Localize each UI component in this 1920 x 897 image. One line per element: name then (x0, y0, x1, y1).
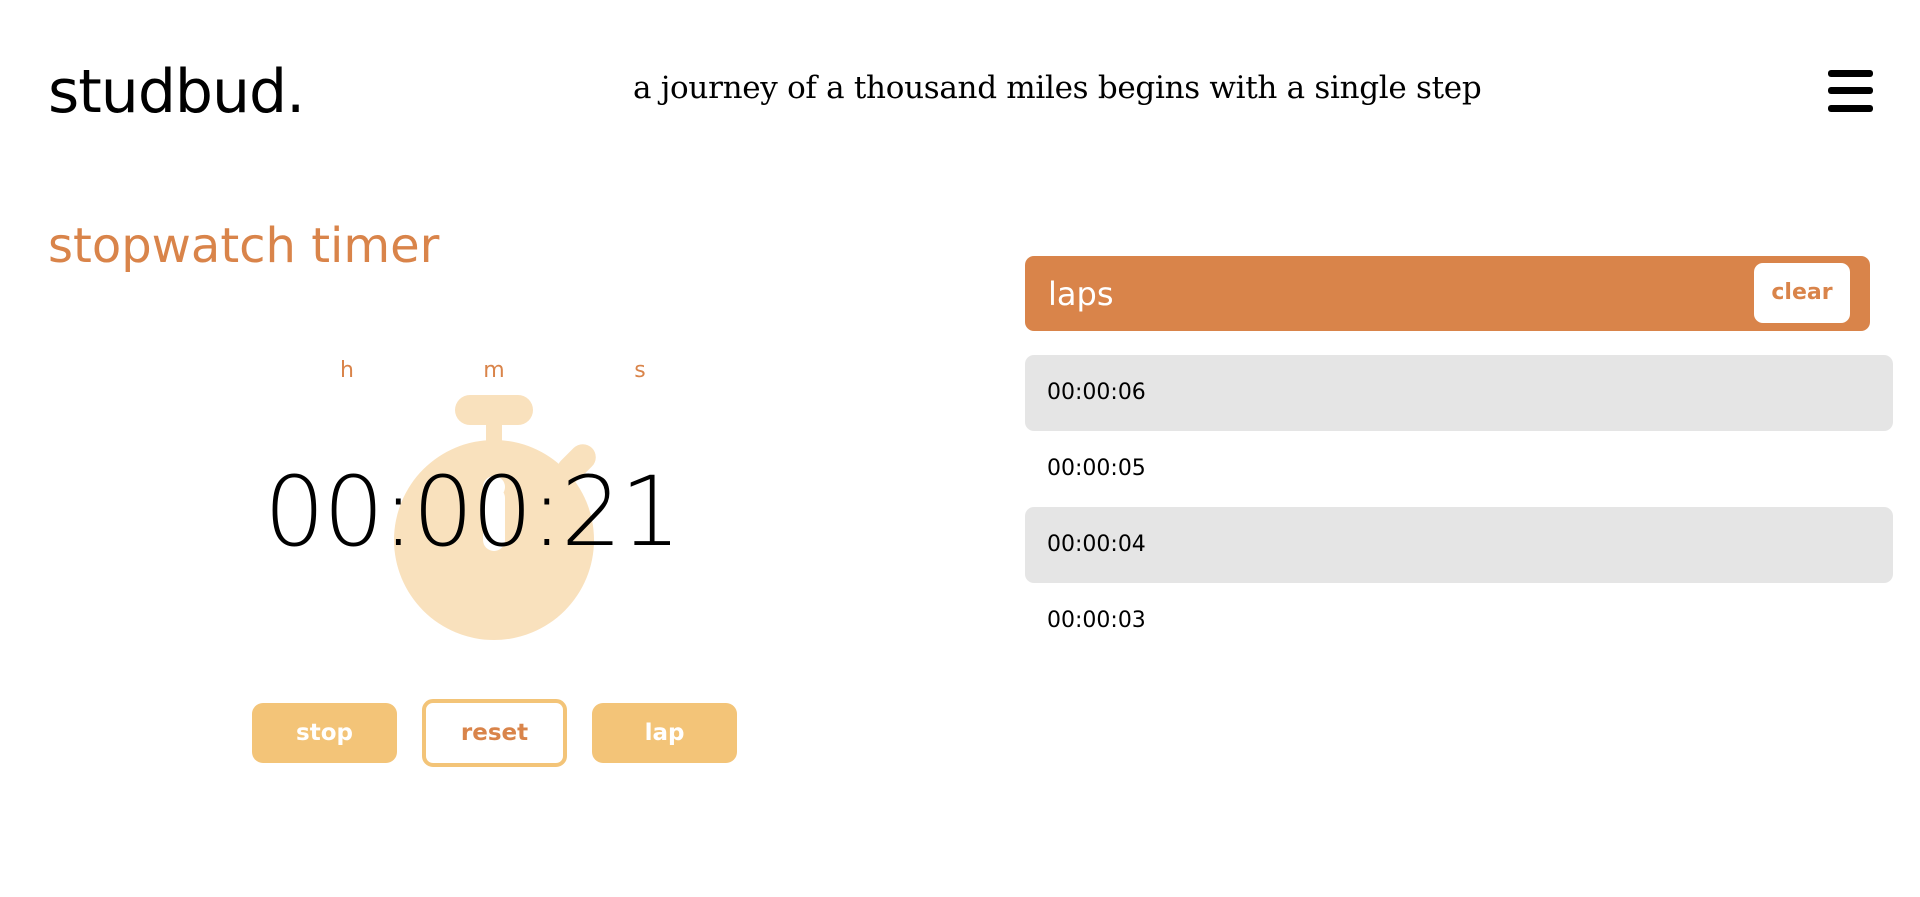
laps-header: laps clear (1025, 256, 1870, 331)
hours-label: h (340, 358, 354, 383)
minutes-label: m (483, 358, 505, 383)
stop-button[interactable]: stop (252, 703, 397, 763)
page-title: stopwatch timer (48, 218, 440, 274)
lap-item: 00:00:03 (1047, 608, 1146, 633)
lap-button[interactable]: lap (592, 703, 737, 763)
logo[interactable]: studbud. (48, 56, 305, 128)
laps-title: laps (1048, 275, 1114, 313)
header-quote: a journey of a thousand miles begins wit… (633, 70, 1482, 106)
reset-button[interactable]: reset (422, 699, 567, 767)
lap-item: 00:00:05 (1047, 456, 1146, 481)
hamburger-menu-icon[interactable] (1828, 70, 1873, 112)
header: studbud. a journey of a thousand miles b… (0, 0, 1920, 170)
time-display: 00:00:21 (264, 456, 681, 568)
seconds-label: s (634, 358, 646, 383)
clear-laps-button[interactable]: clear (1754, 263, 1850, 323)
lap-list: 00:00:06 00:00:05 00:00:04 00:00:03 (1025, 355, 1893, 659)
lap-item: 00:00:04 (1025, 507, 1893, 583)
lap-item: 00:00:06 (1025, 355, 1893, 431)
